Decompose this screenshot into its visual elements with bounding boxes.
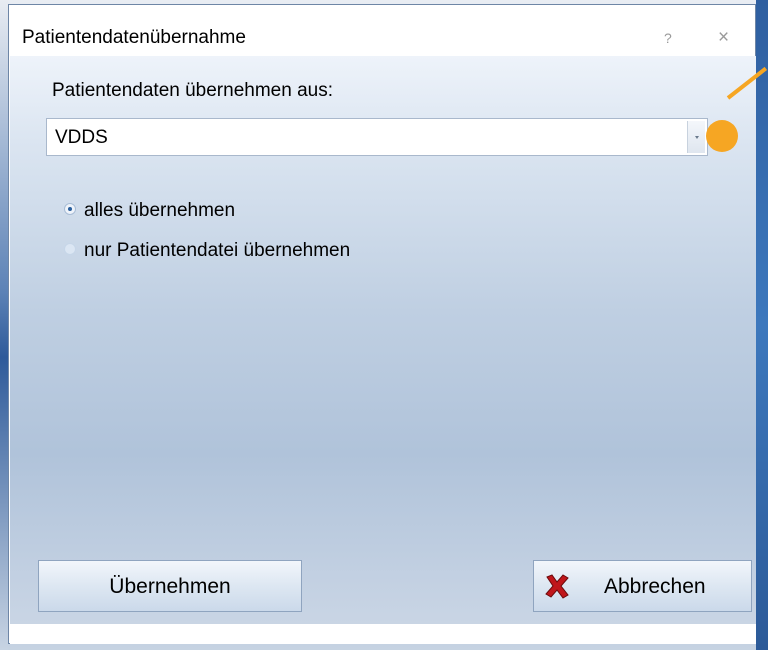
- desktop-background-right: [756, 0, 768, 650]
- cancel-button[interactable]: Abbrechen: [533, 560, 752, 612]
- radio-option-patient-file[interactable]: nur Patientendatei übernehmen: [64, 240, 350, 262]
- source-dropdown[interactable]: VDDS: [46, 118, 708, 156]
- desktop-background-left: [0, 0, 8, 650]
- source-dropdown-value: VDDS: [55, 127, 108, 148]
- radio-label-patient-file: nur Patientendatei übernehmen: [84, 240, 351, 261]
- dialog-title: Patientendatenübernahme: [22, 27, 246, 48]
- apply-button[interactable]: Übernehmen: [38, 560, 302, 612]
- dialog-bottom-border: [10, 624, 756, 644]
- red-x-icon: [545, 574, 569, 599]
- radio-label-all: alles übernehmen: [84, 200, 236, 221]
- callout-marker: [706, 120, 738, 152]
- source-label: Patientendaten übernehmen aus:: [52, 80, 333, 101]
- radio-button-unchecked[interactable]: [64, 242, 76, 255]
- cancel-button-label: Abbrechen: [604, 575, 706, 598]
- radio-option-all[interactable]: alles übernehmen: [64, 200, 235, 222]
- chevron-down-icon[interactable]: [687, 121, 705, 153]
- radio-button-checked[interactable]: [64, 202, 76, 215]
- apply-button-label: Übernehmen: [109, 575, 231, 598]
- help-button[interactable]: ?: [664, 30, 672, 46]
- close-button[interactable]: ×: [718, 27, 729, 49]
